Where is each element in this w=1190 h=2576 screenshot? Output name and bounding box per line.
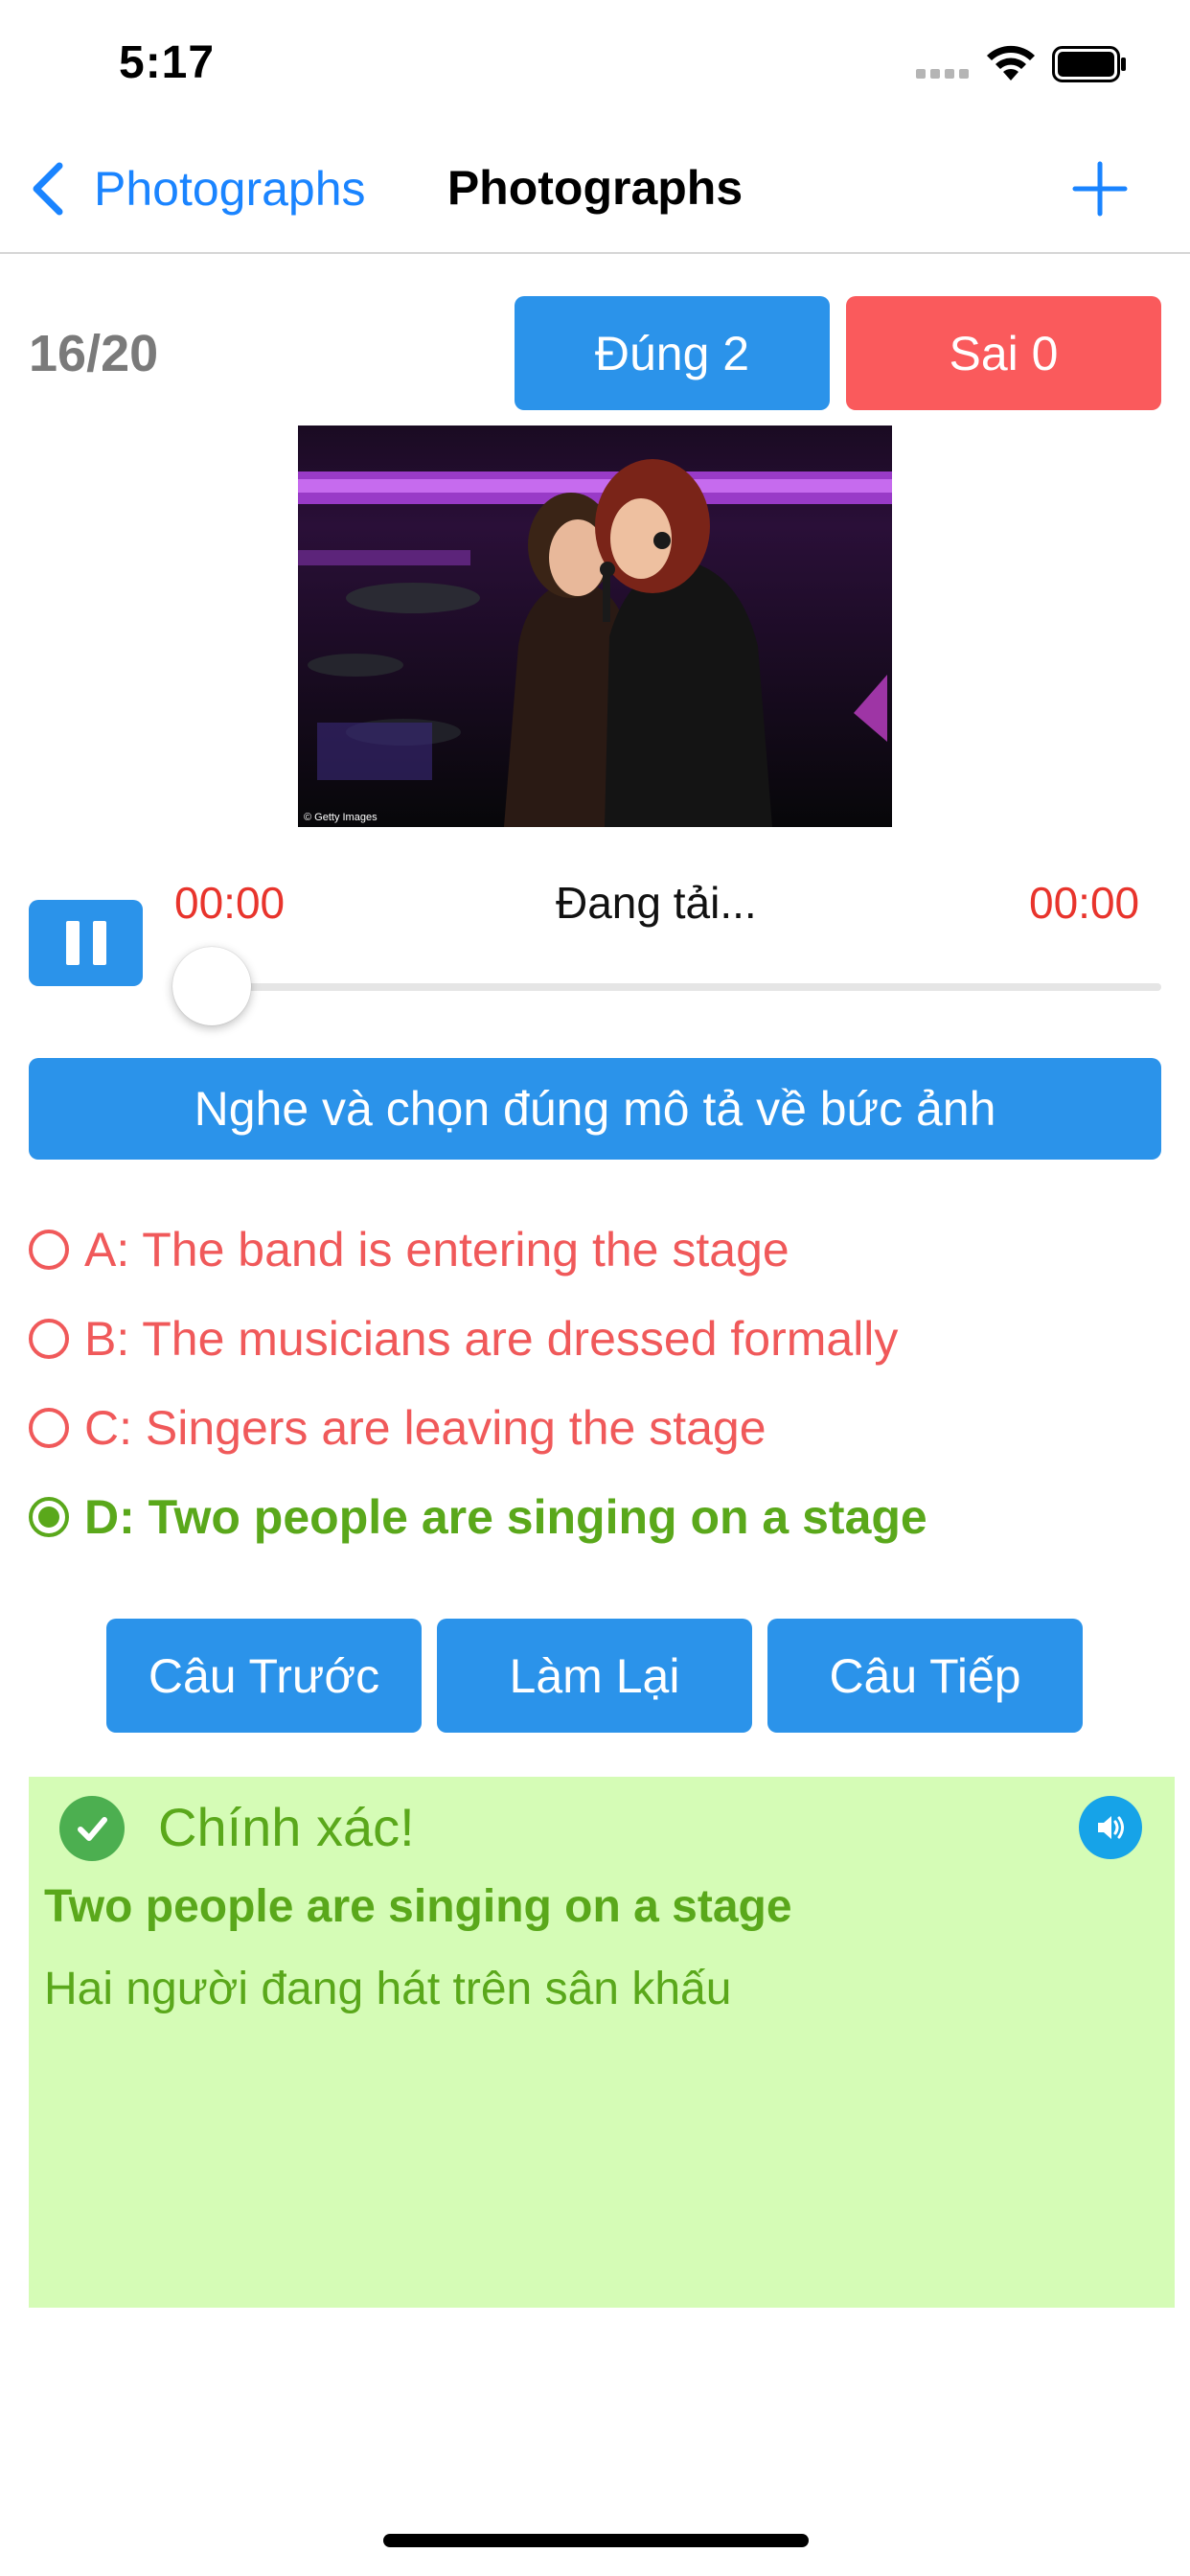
check-icon <box>59 1796 125 1861</box>
question-photo: © Getty Images <box>298 426 892 827</box>
audio-status: Đang tải... <box>556 878 757 928</box>
plus-icon[interactable] <box>1071 160 1129 218</box>
option-c[interactable]: C: Singers are leaving the stage <box>29 1394 767 1461</box>
battery-icon <box>1052 46 1126 82</box>
option-a[interactable]: A: The band is entering the stage <box>29 1216 790 1283</box>
audio-slider-thumb[interactable] <box>172 947 251 1025</box>
audio-total-time: 00:00 <box>1029 878 1140 928</box>
option-b[interactable]: B: The musicians are dressed formally <box>29 1305 898 1372</box>
result-english: Two people are singing on a stage <box>44 1881 792 1932</box>
result-title: Chính xác! <box>158 1797 415 1857</box>
radio-icon <box>29 1408 69 1448</box>
redo-button[interactable]: Làm Lại <box>437 1619 752 1733</box>
stage-photo-illustration: © Getty Images <box>298 426 892 827</box>
screen: 5:17 Photographs Photographs 16/20 Đúng … <box>0 0 1190 2576</box>
audio-slider-track[interactable] <box>174 983 1161 991</box>
option-label: B: The musicians are dressed formally <box>84 1312 899 1366</box>
radio-icon <box>29 1230 69 1270</box>
back-label: Photographs <box>94 162 366 216</box>
radio-icon <box>29 1319 69 1359</box>
option-label: C: Singers are leaving the stage <box>84 1401 767 1455</box>
previous-question-button[interactable]: Câu Trước <box>106 1619 422 1733</box>
nav-divider <box>0 252 1190 254</box>
radio-selected-icon <box>29 1497 69 1537</box>
option-d[interactable]: D: Two people are singing on a stage <box>29 1484 927 1551</box>
option-label: D: Two people are singing on a stage <box>84 1490 927 1544</box>
wrong-count-button[interactable]: Sai 0 <box>846 296 1161 410</box>
correct-count-button[interactable]: Đúng 2 <box>515 296 830 410</box>
wifi-icon <box>987 45 1035 80</box>
chevron-left-icon <box>33 162 63 216</box>
audio-current-time: 00:00 <box>174 878 286 928</box>
photo-watermark: © Getty Images <box>304 812 378 823</box>
back-button[interactable]: Photographs <box>29 158 366 219</box>
instruction-banner: Nghe và chọn đúng mô tả về bức ảnh <box>29 1058 1161 1160</box>
pause-button[interactable] <box>29 900 143 986</box>
status-time: 5:17 <box>119 37 216 88</box>
speaker-icon[interactable] <box>1079 1796 1142 1859</box>
home-indicator[interactable] <box>383 2534 809 2547</box>
signal-icon <box>916 69 972 80</box>
pause-icon <box>65 921 80 965</box>
result-vietnamese: Hai người đang hát trên sân khấu <box>44 1964 732 2014</box>
question-counter: 16/20 <box>29 325 159 382</box>
page-title: Photographs <box>446 161 744 215</box>
next-question-button[interactable]: Câu Tiếp <box>767 1619 1083 1733</box>
option-label: A: The band is entering the stage <box>84 1223 790 1276</box>
